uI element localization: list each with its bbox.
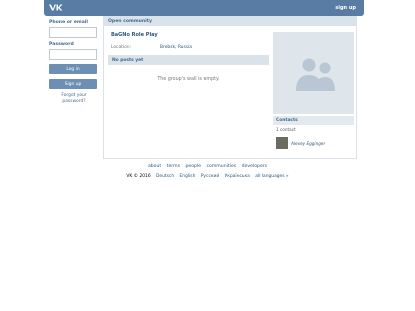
community-panel: Open community BaGNo Role Play Location:…: [103, 16, 357, 159]
community-type-header: Open community: [104, 16, 356, 26]
phone-label: Phone or email: [49, 20, 88, 25]
wall-empty-text: The group's wall is empty.: [157, 77, 220, 82]
contacts-header: Contacts: [273, 116, 354, 125]
footer-link-about[interactable]: about: [148, 164, 161, 169]
lang-russian[interactable]: Русский: [201, 174, 219, 179]
login-button[interactable]: Log in: [49, 64, 97, 74]
copyright-text: VK © 2016: [126, 174, 151, 179]
footer-link-developers[interactable]: developers: [242, 164, 267, 169]
password-label: Password: [49, 42, 74, 47]
posts-header: No posts yet: [108, 55, 269, 65]
lang-all[interactable]: all languages »: [255, 174, 288, 179]
forgot-password-link[interactable]: Forgot your password?: [49, 93, 99, 104]
footer-links: about terms people communities developer…: [0, 164, 415, 169]
community-title: BaGNo Role Play: [111, 32, 158, 38]
lang-deutsch[interactable]: Deutsch: [156, 174, 174, 179]
people-placeholder-icon: [296, 58, 335, 91]
login-panel: Phone or email Password Log in Sign up F…: [49, 20, 99, 104]
footer-languages: VK © 2016 Deutsch English Русский Україн…: [0, 174, 415, 179]
forgot-line-2: password?: [62, 98, 86, 104]
contact-item[interactable]: Alexey Egginger: [276, 137, 325, 149]
lang-ukrainian[interactable]: Українська: [225, 174, 250, 179]
password-input[interactable]: [49, 49, 97, 60]
phone-input[interactable]: [49, 27, 97, 38]
footer-link-people[interactable]: people: [185, 164, 201, 169]
contacts-count: 1 contact: [276, 127, 296, 132]
contact-name-link[interactable]: Alexey Egginger: [291, 141, 325, 146]
top-header: sign up: [44, 0, 364, 16]
signup-button[interactable]: Sign up: [49, 79, 97, 89]
location-label: Location:: [111, 45, 132, 50]
lang-english[interactable]: English: [180, 174, 196, 179]
footer-link-communities[interactable]: communities: [207, 164, 237, 169]
footer-link-terms[interactable]: terms: [167, 164, 180, 169]
header-signup-link[interactable]: sign up: [335, 5, 356, 11]
vk-logo-icon[interactable]: [48, 3, 64, 12]
community-avatar: [273, 32, 354, 114]
avatar[interactable]: [276, 137, 288, 149]
location-link[interactable]: Brebsk, Russia: [160, 45, 192, 50]
